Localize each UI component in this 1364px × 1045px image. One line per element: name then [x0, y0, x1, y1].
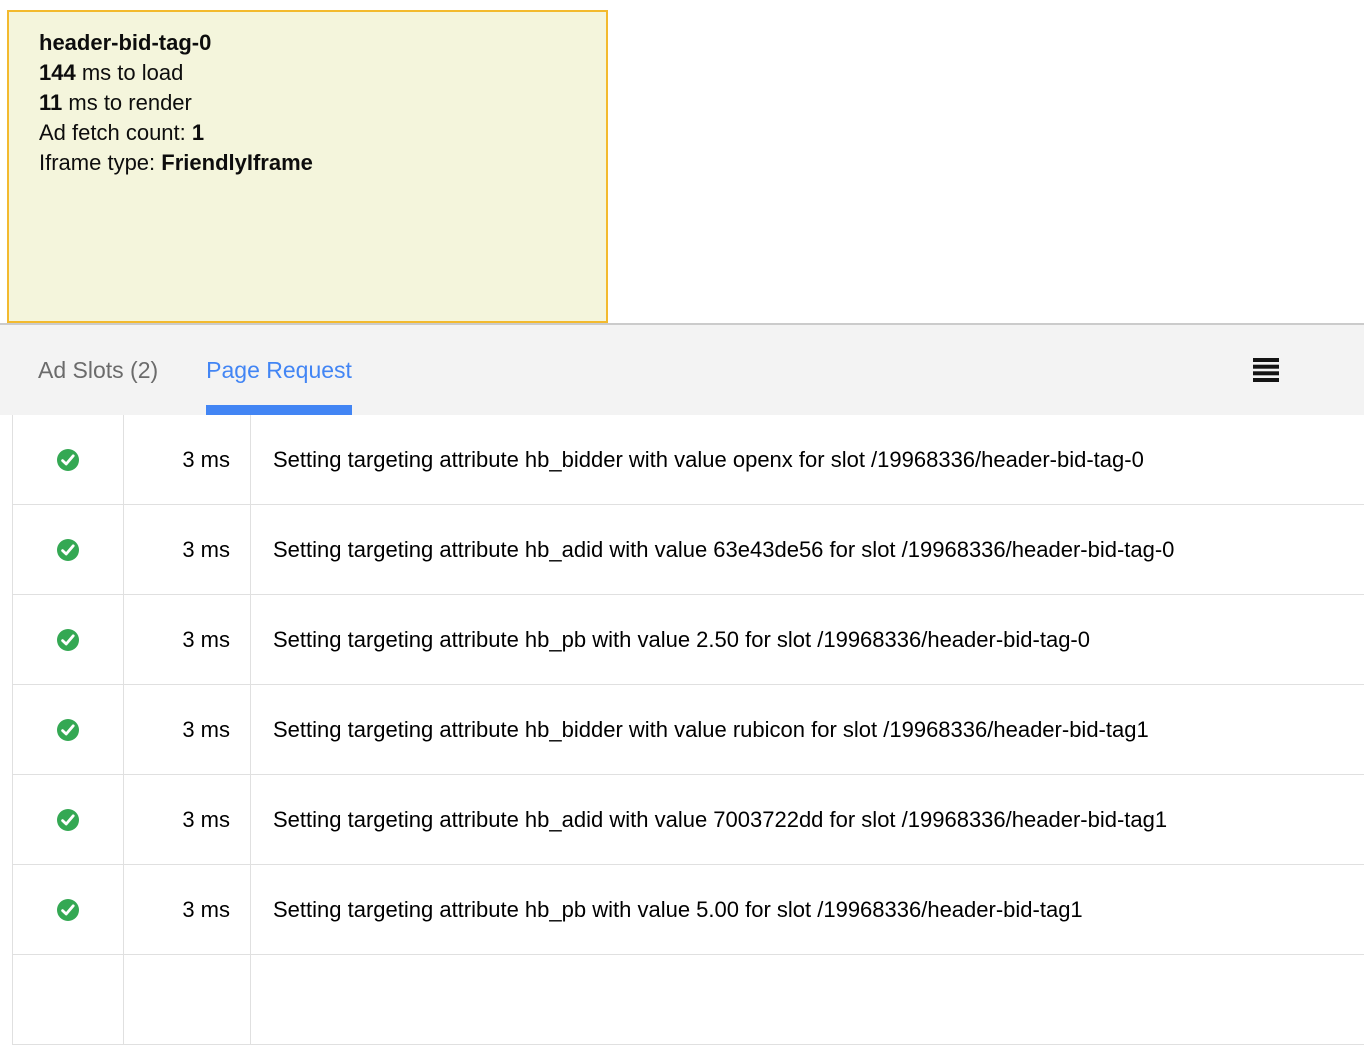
log-time: 3 ms — [124, 775, 251, 864]
check-circle-icon — [56, 808, 80, 832]
slot-fetch-count-value: 1 — [192, 120, 204, 145]
status-cell — [13, 955, 124, 1044]
log-row: 3 ms Setting targeting attribute hb_adid… — [13, 775, 1364, 865]
tab-bar: Ad Slots (2) Page Request — [0, 323, 1364, 415]
slot-render-time-value: 11 — [39, 90, 62, 115]
slot-load-time-label: ms to load — [76, 60, 184, 85]
check-circle-icon — [56, 628, 80, 652]
status-cell — [13, 505, 124, 594]
status-cell — [13, 595, 124, 684]
log-time: 3 ms — [124, 415, 251, 504]
log-row: 3 ms Setting targeting attribute hb_bidd… — [13, 415, 1364, 505]
check-circle-icon — [56, 538, 80, 562]
log-message: Setting targeting attribute hb_pb with v… — [251, 865, 1364, 954]
slot-load-time-value: 144 — [39, 60, 76, 85]
log-message — [251, 955, 1364, 1044]
slot-iframe-type-value: FriendlyIframe — [161, 150, 313, 175]
log-time: 3 ms — [124, 865, 251, 954]
tab-ad-slots[interactable]: Ad Slots (2) — [38, 325, 158, 415]
tab-page-request[interactable]: Page Request — [206, 325, 352, 415]
log-time: 3 ms — [124, 595, 251, 684]
slot-fetch-count-label: Ad fetch count: — [39, 120, 192, 145]
log-row: 3 ms Setting targeting attribute hb_adid… — [13, 505, 1364, 595]
log-table: 3 ms Setting targeting attribute hb_bidd… — [12, 415, 1364, 1045]
slot-fetch-count-line: Ad fetch count: 1 — [39, 118, 576, 148]
log-message: Setting targeting attribute hb_bidder wi… — [251, 685, 1364, 774]
log-message: Setting targeting attribute hb_pb with v… — [251, 595, 1364, 684]
log-time — [124, 955, 251, 1044]
check-circle-icon — [56, 448, 80, 472]
log-message: Setting targeting attribute hb_adid with… — [251, 775, 1364, 864]
log-row-partial — [13, 955, 1364, 1045]
status-cell — [13, 865, 124, 954]
slot-render-time-line: 11 ms to render — [39, 88, 576, 118]
slot-info-card: header-bid-tag-0 144 ms to load 11 ms to… — [7, 10, 608, 323]
slot-load-time-line: 144 ms to load — [39, 58, 576, 88]
check-circle-icon — [56, 718, 80, 742]
log-message: Setting targeting attribute hb_adid with… — [251, 505, 1364, 594]
check-circle-icon — [56, 898, 80, 922]
slot-title: header-bid-tag-0 — [39, 28, 576, 58]
slot-render-time-label: ms to render — [62, 90, 192, 115]
console-menu-button[interactable] — [1253, 358, 1279, 382]
log-row: 3 ms Setting targeting attribute hb_pb w… — [13, 595, 1364, 685]
slot-iframe-type-line: Iframe type: FriendlyIframe — [39, 148, 576, 178]
list-icon — [1253, 358, 1279, 382]
log-row: 3 ms Setting targeting attribute hb_bidd… — [13, 685, 1364, 775]
log-time: 3 ms — [124, 505, 251, 594]
status-cell — [13, 775, 124, 864]
status-cell — [13, 685, 124, 774]
slot-title-text: header-bid-tag-0 — [39, 30, 211, 55]
log-message: Setting targeting attribute hb_bidder wi… — [251, 415, 1364, 504]
slot-iframe-type-label: Iframe type: — [39, 150, 161, 175]
status-cell — [13, 415, 124, 504]
log-row: 3 ms Setting targeting attribute hb_pb w… — [13, 865, 1364, 955]
log-time: 3 ms — [124, 685, 251, 774]
